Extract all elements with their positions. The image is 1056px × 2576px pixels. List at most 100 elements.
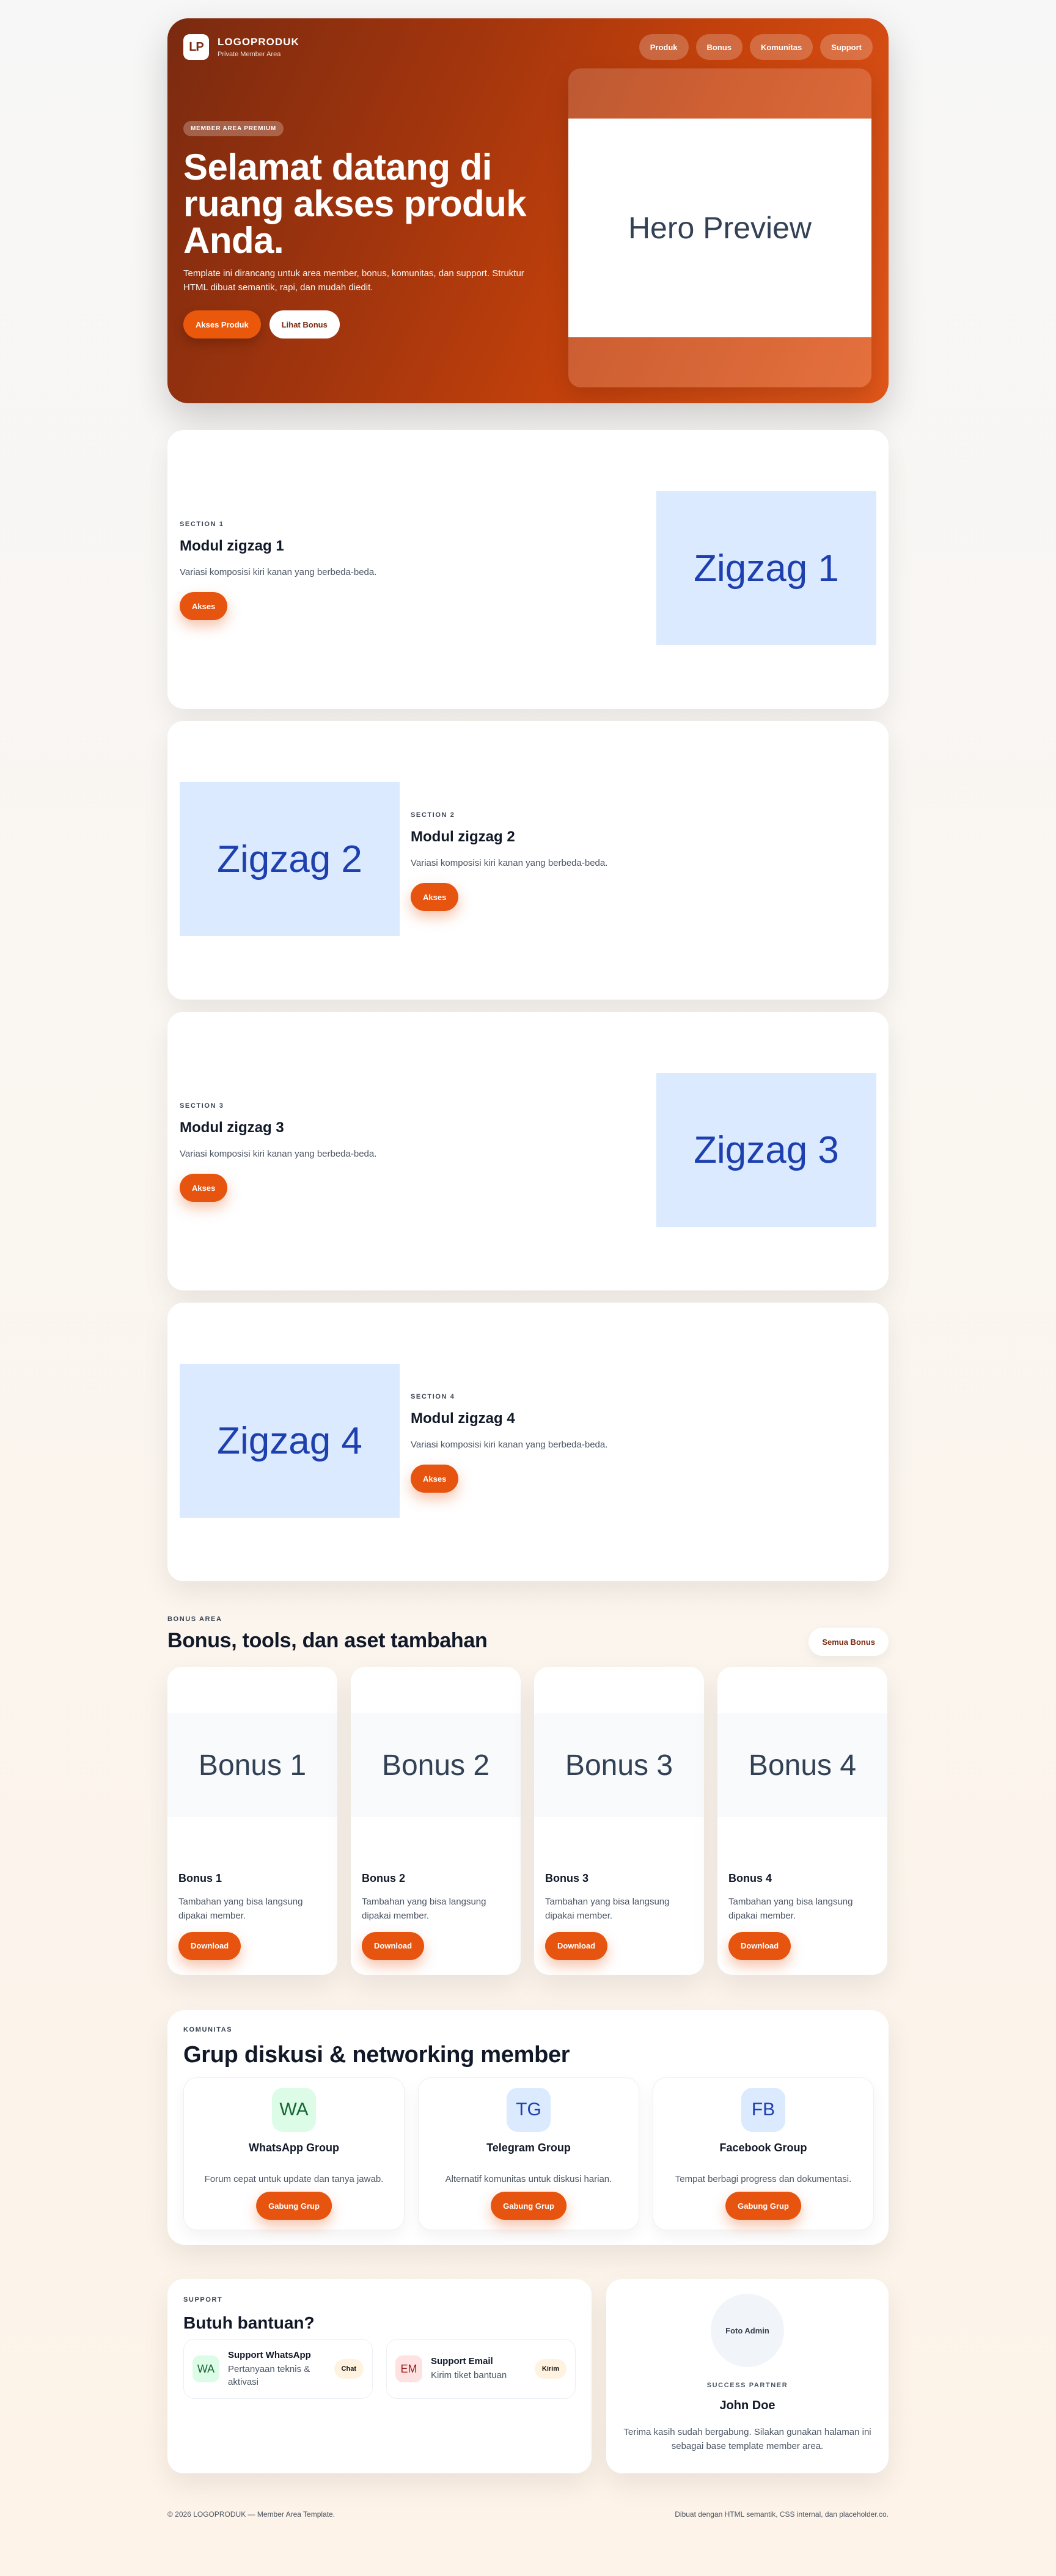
- bonus-image: Bonus 1: [167, 1713, 337, 1817]
- zigzag-label: SECTION 3: [180, 1102, 224, 1110]
- zigzag-label: SECTION 1: [180, 521, 224, 528]
- group-grid: WA WhatsApp Group Forum cepat untuk upda…: [183, 2077, 874, 2230]
- hero-badge: MEMBER AREA PREMIUM: [183, 121, 284, 136]
- zigzag-image: Zigzag 4: [180, 1364, 400, 1518]
- support-item-email: EM Support Email Kirim tiket bantuan Kir…: [386, 2339, 576, 2399]
- bonus-desc: Tambahan yang bisa langsung dipakai memb…: [178, 1897, 303, 1922]
- footer: © 2026 LOGOPRODUK — Member Area Template…: [167, 2510, 889, 2519]
- telegram-icon: TG: [507, 2088, 551, 2132]
- support-item-whatsapp: WA Support WhatsApp Pertanyaan teknis & …: [183, 2339, 373, 2399]
- semua-bonus-button[interactable]: Semua Bonus: [809, 1628, 889, 1656]
- bonus-image: Bonus 4: [717, 1713, 887, 1817]
- support-desc: Pertanyaan teknis & aktivasi: [228, 2363, 310, 2387]
- bonus-section: BONUS AREA Bonus, tools, dan aset tambah…: [167, 1615, 889, 1975]
- akses-produk-button[interactable]: Akses Produk: [183, 310, 261, 338]
- zigzag-image: Zigzag 2: [180, 782, 400, 936]
- gabung-grup-button[interactable]: Gabung Grup: [491, 2192, 566, 2220]
- zigzag-image: Zigzag 3: [656, 1073, 876, 1227]
- brand[interactable]: LP LOGOPRODUK Private Member Area: [183, 34, 299, 60]
- community-label: KOMUNITAS: [183, 2026, 233, 2033]
- email-icon: EM: [395, 2355, 422, 2382]
- support-label: SUPPORT: [183, 2296, 223, 2303]
- zigzag-text: SECTION 2 Modul zigzag 2 Variasi komposi…: [411, 811, 716, 911]
- brand-logo: LP: [183, 34, 209, 60]
- bonus-label: BONUS AREA: [167, 1615, 222, 1623]
- bonus-image: Bonus 3: [534, 1713, 704, 1817]
- akses-button[interactable]: Akses: [180, 1174, 228, 1202]
- support-name: Support WhatsApp: [228, 2349, 311, 2360]
- zigzag-title: Modul zigzag 1: [180, 538, 284, 554]
- hero-text: Template ini dirancang untuk area member…: [183, 268, 524, 293]
- footer-credit: Dibuat dengan HTML semantik, CSS interna…: [675, 2510, 889, 2519]
- zigzag-section-2: Zigzag 2 SECTION 2 Modul zigzag 2 Varias…: [167, 721, 889, 1000]
- bonus-card: Bonus 4 Bonus 4 Tambahan yang bisa langs…: [717, 1667, 887, 1975]
- community-section: KOMUNITAS Grup diskusi & networking memb…: [167, 2010, 889, 2245]
- partner-name: John Doe: [719, 2399, 776, 2412]
- bonus-name: Bonus 2: [362, 1872, 406, 1884]
- nav-support[interactable]: Support: [820, 34, 873, 60]
- support-desc: Kirim tiket bantuan: [431, 2370, 507, 2380]
- community-title: Grup diskusi & networking member: [183, 2042, 570, 2068]
- bonus-card: Bonus 1 Bonus 1 Tambahan yang bisa langs…: [167, 1667, 337, 1975]
- bonus-grid: Bonus 1 Bonus 1 Tambahan yang bisa langs…: [167, 1667, 889, 1975]
- nav-bonus[interactable]: Bonus: [695, 34, 743, 60]
- zigzag-text: SECTION 3 Modul zigzag 3 Variasi komposi…: [180, 1102, 485, 1202]
- group-card-whatsapp: WA WhatsApp Group Forum cepat untuk upda…: [183, 2077, 405, 2230]
- group-card-facebook: FB Facebook Group Tempat berbagi progres…: [653, 2077, 874, 2230]
- zigzag-desc: Variasi komposisi kiri kanan yang berbed…: [411, 858, 608, 868]
- support-items: WA Support WhatsApp Pertanyaan teknis & …: [183, 2339, 576, 2399]
- akses-button[interactable]: Akses: [411, 883, 459, 911]
- bonus-desc: Tambahan yang bisa langsung dipakai memb…: [728, 1897, 853, 1922]
- bonus-header: BONUS AREA Bonus, tools, dan aset tambah…: [167, 1615, 889, 1664]
- partner-label: SUCCESS PARTNER: [706, 2382, 788, 2389]
- zigzag-label: SECTION 4: [411, 1393, 455, 1400]
- download-button[interactable]: Download: [545, 1931, 608, 1960]
- download-button[interactable]: Download: [728, 1931, 791, 1960]
- download-button[interactable]: Download: [178, 1931, 241, 1960]
- group-desc: Forum cepat untuk update dan tanya jawab…: [204, 2174, 384, 2184]
- hero-section: LP LOGOPRODUK Private Member Area Produk…: [167, 18, 889, 403]
- support-title: Butuh bantuan?: [183, 2313, 315, 2332]
- bonus-desc: Tambahan yang bisa langsung dipakai memb…: [362, 1897, 486, 1922]
- bonus-desc: Tambahan yang bisa langsung dipakai memb…: [545, 1897, 670, 1922]
- bonus-card: Bonus 2 Bonus 2 Tambahan yang bisa langs…: [351, 1667, 521, 1975]
- lihat-bonus-button[interactable]: Lihat Bonus: [269, 310, 340, 338]
- whatsapp-icon: WA: [272, 2088, 316, 2132]
- zigzag-section-1: SECTION 1 Modul zigzag 1 Variasi komposi…: [167, 430, 889, 709]
- nav-produk[interactable]: Produk: [639, 34, 689, 60]
- bonus-image: Bonus 2: [351, 1713, 521, 1817]
- chat-button[interactable]: Chat: [334, 2359, 364, 2379]
- bonus-name: Bonus 3: [545, 1872, 589, 1884]
- zigzag-title: Modul zigzag 4: [411, 1410, 515, 1427]
- footer-copyright: © 2026 LOGOPRODUK — Member Area Template…: [167, 2510, 336, 2519]
- download-button[interactable]: Download: [362, 1931, 425, 1960]
- group-desc: Tempat berbagi progress dan dokumentasi.: [675, 2174, 852, 2184]
- bonus-title: Bonus, tools, dan aset tambahan: [167, 1629, 488, 1652]
- gabung-grup-button[interactable]: Gabung Grup: [725, 2192, 801, 2220]
- zigzag-section-4: Zigzag 4 SECTION 4 Modul zigzag 4 Varias…: [167, 1303, 889, 1581]
- nav-komunitas[interactable]: Komunitas: [750, 34, 813, 60]
- brand-name: LOGOPRODUK: [218, 36, 299, 48]
- hero-preview-image: Hero Preview: [568, 119, 871, 337]
- zigzag-label: SECTION 2: [411, 811, 455, 819]
- zigzag-desc: Variasi komposisi kiri kanan yang berbed…: [180, 1149, 377, 1159]
- bonus-name: Bonus 4: [728, 1872, 772, 1884]
- support-section: SUPPORT Butuh bantuan? WA Support WhatsA…: [167, 2279, 592, 2473]
- akses-button[interactable]: Akses: [411, 1465, 459, 1493]
- main-nav: Produk Bonus Komunitas Support: [639, 34, 873, 60]
- hero-preview-frame: Hero Preview: [568, 68, 871, 387]
- group-name: WhatsApp Group: [249, 2142, 339, 2154]
- akses-button[interactable]: Akses: [180, 592, 228, 620]
- bonus-card: Bonus 3 Bonus 3 Tambahan yang bisa langs…: [534, 1667, 704, 1975]
- avatar: Foto Admin: [711, 2294, 784, 2367]
- hero-actions: Akses Produk Lihat Bonus: [183, 310, 340, 338]
- gabung-grup-button[interactable]: Gabung Grup: [256, 2192, 332, 2220]
- zigzag-section-3: SECTION 3 Modul zigzag 3 Variasi komposi…: [167, 1012, 889, 1290]
- brand-subtitle: Private Member Area: [218, 51, 281, 58]
- whatsapp-icon: WA: [193, 2355, 219, 2382]
- group-desc: Alternatif komunitas untuk diskusi haria…: [445, 2174, 612, 2184]
- zigzag-title: Modul zigzag 2: [411, 829, 515, 845]
- kirim-button[interactable]: Kirim: [534, 2359, 566, 2379]
- zigzag-desc: Variasi komposisi kiri kanan yang berbed…: [411, 1440, 608, 1450]
- partner-card: Foto Admin SUCCESS PARTNER John Doe Teri…: [606, 2279, 889, 2473]
